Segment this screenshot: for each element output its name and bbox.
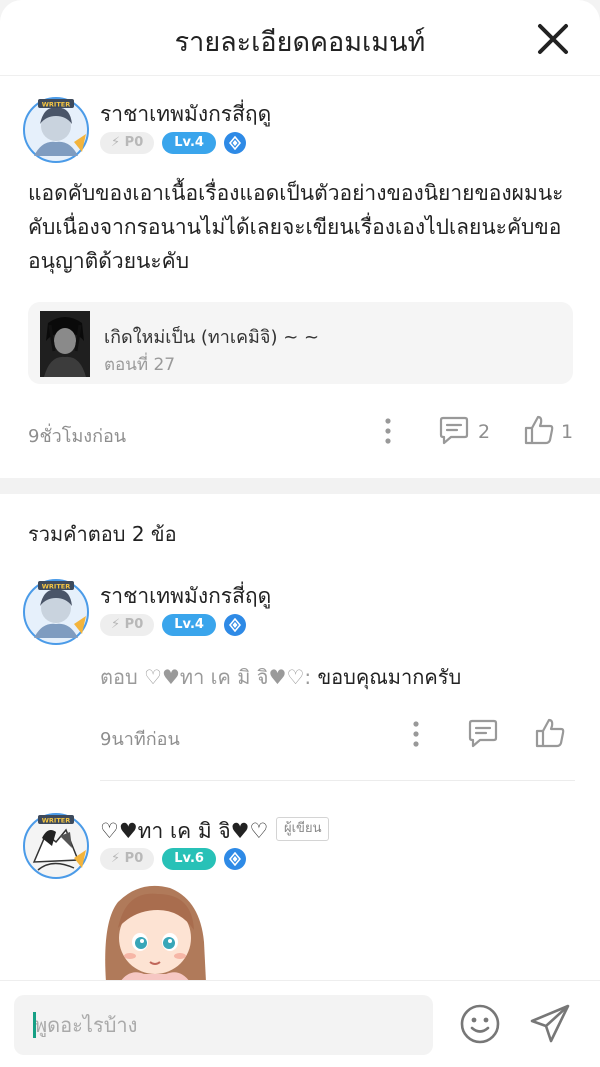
comment-icon[interactable]	[468, 718, 498, 752]
episode-title: เกิดใหม่เป็น (ทาเคมิจิ) ~ ~	[104, 327, 320, 348]
reply-divider	[100, 780, 575, 781]
comment-time: 9ชั่วโมงก่อน	[28, 426, 127, 447]
comment-icon[interactable]	[439, 415, 469, 449]
svg-text:WRITER: WRITER	[42, 101, 70, 109]
header: รายละเอียดคอมเมนท์	[0, 0, 600, 76]
comment-text: แอดคับของเอาเนื้อเรื่องแอดเป็นตัวอย่างขอ…	[28, 181, 564, 273]
reply-time: 9นาทีก่อน	[100, 729, 180, 750]
more-vertical-icon[interactable]	[410, 720, 422, 752]
points-badge: ⚡ P0	[100, 848, 155, 870]
diamond-icon	[223, 132, 246, 154]
episode-thumbnail	[40, 311, 90, 377]
episode-number: ตอนที่ 27	[104, 355, 176, 375]
user-badges: ⚡ P0 Lv.6	[100, 848, 246, 870]
points-badge: ⚡ P0	[100, 132, 155, 154]
avatar[interactable]: WRITER	[22, 812, 90, 880]
more-vertical-icon[interactable]	[382, 417, 394, 449]
svg-text:WRITER: WRITER	[42, 583, 70, 591]
thumbs-up-icon[interactable]	[523, 414, 555, 450]
bolt-icon: ⚡	[111, 851, 121, 866]
comment-input-bar	[0, 980, 600, 1067]
text-caret	[33, 1012, 36, 1038]
emoji-icon[interactable]	[459, 1003, 501, 1049]
like-count: 1	[561, 421, 574, 443]
diamond-icon	[223, 614, 246, 636]
avatar[interactable]: WRITER	[22, 96, 90, 164]
author-tag: ผู้เขียน	[276, 817, 330, 841]
avatar[interactable]: WRITER	[22, 578, 90, 646]
reply-author-name[interactable]: ราชาเทพมังกรสี่ฤดู	[100, 580, 271, 613]
reply-count: 2	[478, 421, 491, 443]
bolt-icon: ⚡	[111, 617, 121, 632]
diamond-icon	[223, 848, 246, 870]
svg-text:WRITER: WRITER	[42, 817, 70, 825]
thumbs-up-icon[interactable]	[534, 717, 566, 753]
bolt-icon: ⚡	[111, 135, 121, 150]
comment-author-name[interactable]: ราชาเทพมังกรสี่ฤดู	[100, 98, 271, 131]
reply-to-label[interactable]: ตอบ ♡♥ทา เค มิ จิ♥♡:	[100, 665, 311, 689]
section-divider	[0, 478, 600, 494]
page-title: รายละเอียดคอมเมนท์	[174, 27, 426, 58]
points-badge: ⚡ P0	[100, 614, 155, 636]
send-icon[interactable]	[528, 1003, 572, 1049]
level-badge: Lv.4	[162, 132, 216, 154]
reply-body: ขอบคุณมากครับ	[311, 665, 462, 689]
replies-heading: รวมคำตอบ 2 ข้อ	[28, 522, 177, 546]
reply-text: ตอบ ♡♥ทา เค มิ จิ♥♡: ขอบคุณมากครับ	[100, 661, 461, 693]
comment-detail-sheet: รายละเอียดคอมเมนท์ WRITER ราชาเทพมังกรสี…	[0, 0, 600, 1067]
episode-card[interactable]: เกิดใหม่เป็น (ทาเคมิจิ) ~ ~ ตอนที่ 27	[28, 302, 573, 384]
user-badges: ⚡ P0 Lv.4	[100, 614, 246, 636]
comment-input[interactable]	[14, 995, 433, 1055]
level-badge: Lv.6	[162, 848, 216, 870]
level-badge: Lv.4	[162, 614, 216, 636]
user-badges: ⚡ P0 Lv.4	[100, 132, 246, 154]
close-icon[interactable]	[536, 22, 570, 56]
sticker-image	[100, 882, 210, 982]
reply-author-name[interactable]: ♡♥ทา เค มิ จิ♥♡	[100, 815, 268, 848]
